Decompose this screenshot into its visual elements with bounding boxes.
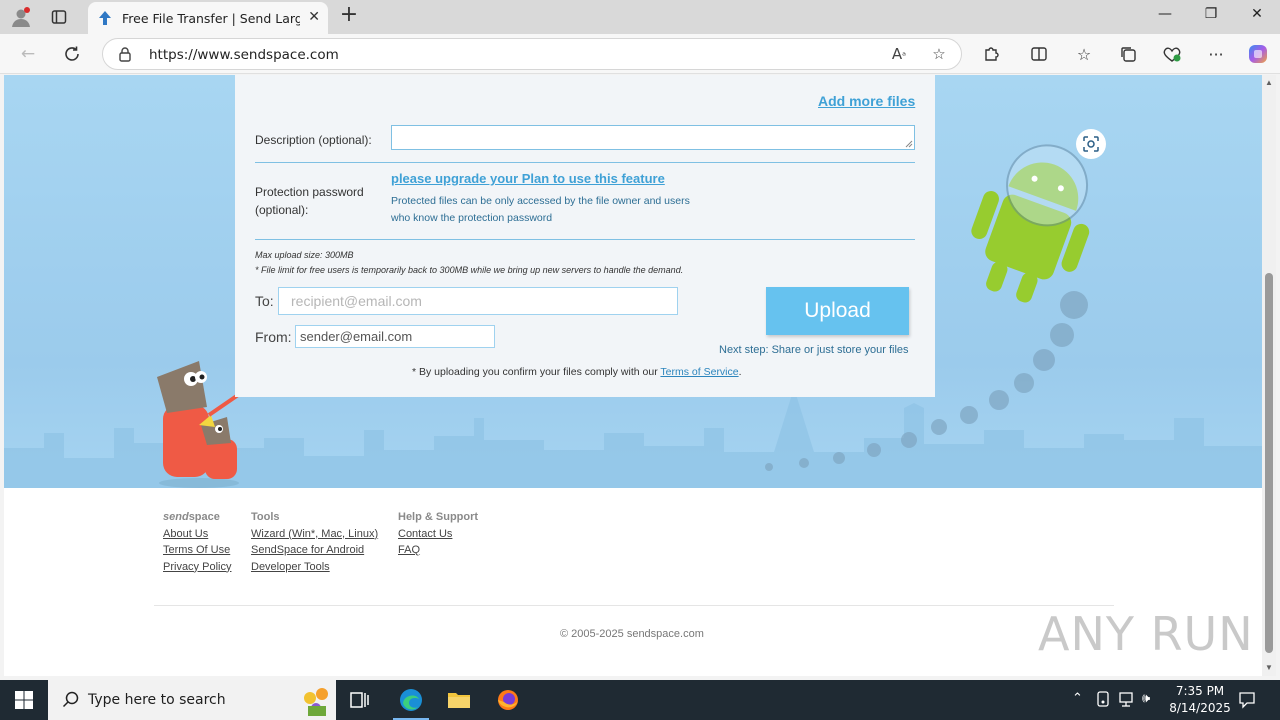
android-app-link[interactable]: SendSpace for Android <box>251 542 378 559</box>
browser-toolbar: ← https://www.sendspace.com Aᵃ ☆ ☆ ··· <box>0 34 1280 74</box>
taskbar-search-box[interactable]: Type here to search <box>48 680 336 720</box>
clock-date: 8/14/2025 <box>1169 701 1231 715</box>
resize-handle-icon[interactable] <box>905 140 913 148</box>
terms-confirmation-text: * By uploading you confirm your files co… <box>412 366 742 378</box>
system-clock[interactable]: 7:35 PM 8/14/2025 <box>1160 683 1240 717</box>
copyright-text: © 2005-2025 sendspace.com <box>560 628 704 640</box>
restore-button[interactable]: ❐ <box>1188 6 1234 28</box>
close-window-button[interactable]: ✕ <box>1234 6 1280 28</box>
volume-icon[interactable]: 🕪 <box>1142 691 1150 706</box>
refresh-icon[interactable] <box>60 42 84 66</box>
description-textarea[interactable] <box>391 125 915 150</box>
flowers-decoration-icon <box>304 688 328 716</box>
footer-brand: sendspace <box>163 509 231 526</box>
edge-taskbar-icon[interactable] <box>387 680 435 720</box>
mascot-characters-illustration <box>157 361 243 488</box>
show-hidden-icons-icon[interactable]: ⌃ <box>1072 691 1083 706</box>
footer-brand-column: sendspace About Us Terms Of Use Privacy … <box>163 509 231 575</box>
tos-prefix: * By uploading you confirm your files co… <box>412 366 661 378</box>
privacy-policy-link[interactable]: Privacy Policy <box>163 559 231 576</box>
upgrade-plan-link[interactable]: please upgrade your Plan to use this fea… <box>391 171 665 186</box>
search-icon <box>62 691 79 708</box>
from-label: From: <box>255 329 292 345</box>
protection-label-line2: (optional): <box>255 203 309 217</box>
device-icon[interactable] <box>1096 691 1110 711</box>
split-screen-icon[interactable] <box>1027 43 1051 65</box>
terms-of-service-link[interactable]: Terms of Service <box>660 366 738 378</box>
minimize-button[interactable]: — <box>1142 6 1188 28</box>
windows-start-icon[interactable] <box>0 680 48 720</box>
tab-title: Free File Transfer | Send Large File <box>122 10 300 26</box>
firefox-icon[interactable] <box>484 680 532 720</box>
tools-heading: Tools <box>251 511 280 523</box>
faq-link[interactable]: FAQ <box>398 542 478 559</box>
windows-taskbar: Type here to search ⌃ 🕪 7:35 PM 8/14/202… <box>0 680 1280 720</box>
terms-of-use-link[interactable]: Terms Of Use <box>163 542 231 559</box>
recipient-email-input[interactable]: recipient@email.com <box>278 287 678 315</box>
tab-sendspace[interactable]: Free File Transfer | Send Large File ✕ <box>88 2 328 34</box>
file-limit-note: * File limit for free users is temporari… <box>255 265 684 275</box>
back-arrow-icon[interactable]: ← <box>16 42 40 66</box>
visual-search-icon[interactable] <box>1076 129 1106 159</box>
sendspace-favicon-icon <box>96 9 114 27</box>
profile-icon[interactable] <box>8 5 34 29</box>
sender-email-input[interactable]: sender@email.com <box>295 325 495 348</box>
max-upload-note: Max upload size: 300MB <box>255 250 354 260</box>
task-view-icon[interactable] <box>336 680 384 720</box>
favorites-icon[interactable]: ☆ <box>1072 43 1096 65</box>
more-menu-icon[interactable]: ··· <box>1204 43 1228 65</box>
lock-icon[interactable] <box>117 46 133 62</box>
protection-note: Protected files can be only accessed by … <box>391 195 690 224</box>
scrollbar-thumb[interactable] <box>1265 273 1273 653</box>
copilot-icon[interactable] <box>1246 43 1270 65</box>
developer-tools-link[interactable]: Developer Tools <box>251 559 378 576</box>
search-placeholder: Type here to search <box>88 692 226 708</box>
clock-time: 7:35 PM <box>1175 684 1225 698</box>
favorite-star-icon[interactable]: ☆ <box>929 45 949 65</box>
android-astronaut-illustration <box>971 144 1090 303</box>
description-label: Description (optional): <box>255 133 372 147</box>
upload-panel: Add more files Description (optional): P… <box>235 75 935 397</box>
scroll-up-arrow-icon[interactable]: ▲ <box>1264 78 1274 88</box>
footer-tools-column: Tools Wizard (Win*, Mac, Linux) SendSpac… <box>251 509 378 575</box>
new-tab-button[interactable]: + <box>338 4 360 27</box>
extensions-icon[interactable] <box>979 43 1003 65</box>
divider <box>255 162 915 163</box>
wizard-link[interactable]: Wizard (Win*, Mac, Linux) <box>251 526 378 543</box>
divider <box>255 239 915 240</box>
to-label: To: <box>255 293 274 309</box>
protection-label-line1: Protection password <box>255 185 364 199</box>
address-bar[interactable]: https://www.sendspace.com Aᵃ ☆ <box>102 38 962 70</box>
next-step-text: Next step: Share or just store your file… <box>719 344 909 356</box>
hero-background: Add more files Description (optional): P… <box>4 75 1262 488</box>
tab-actions-icon[interactable] <box>46 5 72 29</box>
notifications-icon[interactable] <box>1238 691 1256 713</box>
tab-close-icon[interactable]: ✕ <box>308 9 320 25</box>
browser-tab-bar: Free File Transfer | Send Large File ✕ +… <box>0 0 1280 34</box>
upload-button[interactable]: Upload <box>766 287 909 335</box>
collections-icon[interactable] <box>1116 43 1140 65</box>
anyrun-watermark: ANY RUN <box>1038 607 1254 661</box>
file-explorer-icon[interactable] <box>435 680 483 720</box>
page-viewport: Add more files Description (optional): P… <box>4 75 1262 676</box>
footer-divider <box>154 605 1114 606</box>
brand-suffix: space <box>188 511 220 523</box>
page-scrollbar[interactable]: ▲ ▼ <box>1262 75 1276 676</box>
about-us-link[interactable]: About Us <box>163 526 231 543</box>
protection-label: Protection password (optional): <box>255 183 364 219</box>
help-heading: Help & Support <box>398 511 479 523</box>
scroll-down-arrow-icon[interactable]: ▼ <box>1264 663 1274 673</box>
footer-help-column: Help & Support Contact Us FAQ <box>398 509 478 559</box>
tos-suffix: . <box>738 366 742 378</box>
read-aloud-icon[interactable]: Aᵃ <box>889 45 909 65</box>
url-text[interactable]: https://www.sendspace.com <box>149 47 339 63</box>
contact-us-link[interactable]: Contact Us <box>398 526 478 543</box>
add-more-files-link[interactable]: Add more files <box>818 93 915 109</box>
browser-essentials-icon[interactable] <box>1160 43 1184 65</box>
brand-prefix: send <box>163 511 189 523</box>
network-icon[interactable] <box>1118 691 1136 711</box>
